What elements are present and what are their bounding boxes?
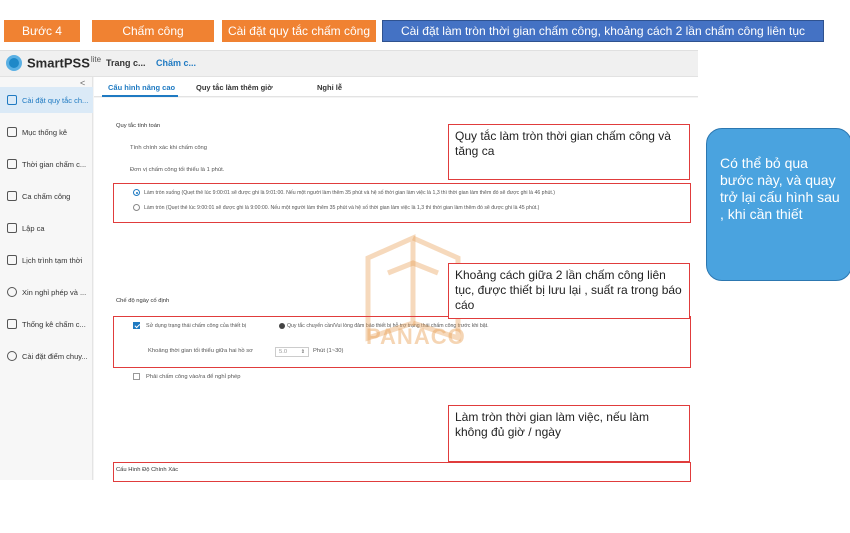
sidebar-item-label: Thời gian chấm c... bbox=[22, 159, 87, 169]
interval-options-highlight bbox=[113, 316, 691, 368]
breadcrumb-home[interactable]: Trang c... bbox=[106, 58, 146, 68]
precision-config-highlight bbox=[113, 462, 691, 482]
tab-overtime-rules[interactable]: Quy tắc làm thêm giờ bbox=[196, 83, 273, 92]
sidebar-item-schedule[interactable]: Lập ca bbox=[0, 215, 93, 241]
step-rounding-detail: Cài đặt làm tròn thời gian chấm công, kh… bbox=[382, 20, 824, 42]
breadcrumb-attendance[interactable]: Chấm c... bbox=[156, 58, 196, 68]
skip-step-callout: Có thể bỏ qua bước này, và quay trở lại … bbox=[706, 128, 850, 281]
app-name: SmartPSSlite bbox=[27, 55, 102, 71]
active-tab-underline bbox=[102, 95, 178, 97]
statistics-icon bbox=[7, 127, 17, 137]
sidebar-item-leave[interactable]: Xin nghỉ phép và ... bbox=[0, 279, 93, 305]
sidebar-item-label: Cài đặt điểm chuy... bbox=[22, 351, 88, 361]
min-unit-label: Đơn vị chấm công tối thiểu là 1 phút. bbox=[130, 167, 225, 173]
report-icon bbox=[7, 319, 17, 329]
title-bar: SmartPSSlite Trang c... Chấm c... bbox=[0, 51, 698, 77]
sidebar-item-attendance-rules[interactable]: Cài đặt quy tắc ch... bbox=[0, 87, 93, 113]
settings-calendar-icon bbox=[7, 95, 17, 105]
workday-annotation: Làm tròn thời gian làm việc, nếu làm khô… bbox=[448, 405, 690, 462]
app-logo: SmartPSSlite bbox=[6, 55, 101, 71]
people-leave-icon bbox=[7, 287, 17, 297]
tab-advanced-config[interactable]: Cấu hình nâng cao bbox=[108, 83, 175, 92]
sidebar-item-temp-schedule[interactable]: Lịch trình tạm thời bbox=[0, 247, 93, 273]
sidebar: < Cài đặt quy tắc ch... Mục thống kê Thờ… bbox=[0, 77, 93, 480]
sidebar-item-label: Ca chấm công bbox=[22, 191, 71, 201]
sidebar-item-label: Lập ca bbox=[22, 223, 45, 233]
location-pin-icon bbox=[7, 351, 17, 361]
calendar-grid-icon bbox=[7, 255, 17, 265]
interval-annotation: Khoảng cách giữa 2 lần chấm công liên tụ… bbox=[448, 263, 690, 319]
sidebar-item-label: Xin nghỉ phép và ... bbox=[22, 287, 87, 297]
rounding-annotation: Quy tắc làm tròn thời gian chấm công và … bbox=[448, 124, 690, 180]
sidebar-item-statistics[interactable]: Mục thống kê bbox=[0, 119, 93, 145]
sidebar-item-attendance-time[interactable]: Thời gian chấm c... bbox=[0, 151, 93, 177]
tab-holidays[interactable]: Nghỉ lễ bbox=[317, 83, 342, 92]
leave-checkin-checkbox[interactable] bbox=[133, 373, 140, 380]
precise-calc-label: Tính chính xác khi chấm công bbox=[130, 145, 208, 151]
sidebar-item-attendance-report[interactable]: Thống kê chấm c... bbox=[0, 311, 93, 337]
sidebar-item-label: Mục thống kê bbox=[22, 127, 68, 137]
rounding-options-highlight bbox=[113, 183, 691, 223]
leave-checkin-label: Phải chấm công vào/ra để nghỉ phép bbox=[146, 374, 241, 380]
time-calendar-icon bbox=[7, 159, 17, 169]
smartpss-logo-icon bbox=[6, 55, 22, 71]
shift-list-icon bbox=[7, 191, 17, 201]
calc-rule-title: Quy tắc tính toán bbox=[116, 123, 161, 129]
sidebar-item-checkpoint-settings[interactable]: Cài đặt điểm chuy... bbox=[0, 343, 93, 369]
schedule-icon bbox=[7, 223, 17, 233]
sidebar-item-shift[interactable]: Ca chấm công bbox=[0, 183, 93, 209]
step-attendance-rules: Cài đặt quy tắc chấm công bbox=[222, 20, 376, 42]
step-attendance: Chấm công bbox=[92, 20, 214, 42]
sidebar-item-label: Thống kê chấm c... bbox=[22, 319, 86, 329]
tab-bar: Cấu hình nâng cao Quy tắc làm thêm giờ N… bbox=[94, 77, 698, 97]
sidebar-item-label: Lịch trình tạm thời bbox=[22, 255, 83, 265]
sidebar-item-label: Cài đặt quy tắc ch... bbox=[22, 95, 89, 105]
step-label: Bước 4 bbox=[4, 20, 80, 42]
fixed-day-mode-title: Chế độ ngày cố định bbox=[116, 298, 170, 304]
